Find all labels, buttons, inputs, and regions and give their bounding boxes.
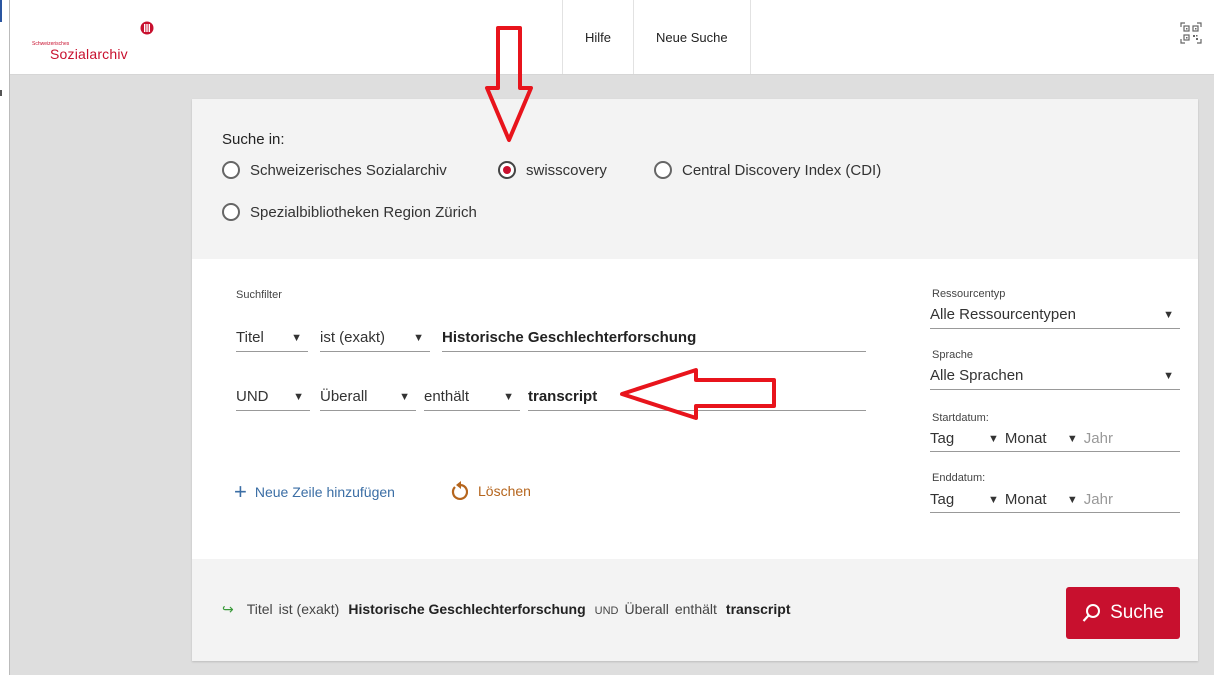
scope-option-sozialarchiv[interactable]: Schweizerisches Sozialarchiv xyxy=(222,161,447,179)
caret-down-icon: ▼ xyxy=(293,390,304,403)
main-nav: Hilfe Neue Suche xyxy=(562,0,751,74)
logo-text: Sozialarchiv xyxy=(50,46,128,62)
select-value: Alle Sprachen xyxy=(930,367,1024,384)
end-day-select[interactable]: Tag xyxy=(930,491,988,508)
query-summary-bar: ↪ Titel ist (exakt) Historische Geschlec… xyxy=(192,559,1198,661)
annotation-arrow-left-icon xyxy=(620,368,776,420)
scope-option-label: Central Discovery Index (CDI) xyxy=(682,161,882,179)
summary-field: Titel xyxy=(246,601,273,617)
caret-down-icon: ▼ xyxy=(1163,369,1174,382)
summary-value: Historische Geschlechterforschung xyxy=(348,601,586,617)
scope-option-swisscovery[interactable]: swisscovery xyxy=(498,161,607,179)
add-row-button[interactable]: + Neue Zeile hinzufügen xyxy=(234,481,395,503)
input-value: transcript xyxy=(528,388,598,405)
start-date-label: Startdatum: xyxy=(932,412,989,424)
reset-icon xyxy=(451,481,468,500)
arrow-right-icon: ↪ xyxy=(222,601,234,617)
input-value: Historische Geschlechterforschung xyxy=(442,329,697,346)
caret-down-icon: ▼ xyxy=(988,493,999,506)
search-button[interactable]: Suche xyxy=(1066,587,1180,639)
select-value: Überall xyxy=(320,388,368,405)
resource-type-label: Ressourcentyp xyxy=(932,288,1006,300)
clear-button[interactable]: Löschen xyxy=(450,481,531,501)
radio-button[interactable] xyxy=(222,203,240,221)
nav-new-search[interactable]: Neue Suche xyxy=(633,0,751,74)
end-date-label: Enddatum: xyxy=(932,472,986,484)
radio-button-selected[interactable] xyxy=(498,161,516,179)
language-select[interactable]: Alle Sprachen ▼ xyxy=(930,362,1180,390)
window-left-edge xyxy=(0,0,10,675)
search-scope-section: Suche in: Schweizerisches Sozialarchiv s… xyxy=(192,99,1198,259)
scope-option-label: Spezialbibliotheken Region Zürich xyxy=(250,203,477,221)
scope-option-spezialbibliotheken[interactable]: Spezialbibliotheken Region Zürich xyxy=(222,203,477,221)
end-year-input[interactable]: Jahr xyxy=(1084,491,1113,508)
select-value: Alle Ressourcentypen xyxy=(930,306,1076,323)
search-icon xyxy=(1082,604,1101,622)
row1-field-select[interactable]: Titel ▼ xyxy=(236,324,308,352)
caret-down-icon: ▼ xyxy=(503,390,514,403)
summary-field: Überall xyxy=(624,601,669,617)
start-day-select[interactable]: Tag xyxy=(930,430,988,447)
scope-title: Suche in: xyxy=(222,131,285,148)
start-date-fields: Tag ▼ Monat ▼ Jahr xyxy=(930,426,1180,452)
start-month-select[interactable]: Monat xyxy=(1005,430,1067,447)
select-value: UND xyxy=(236,388,269,405)
filter-label: Suchfilter xyxy=(236,289,282,301)
plus-icon: + xyxy=(234,479,247,504)
top-bar: Schweizerisches Sozialarchiv Hilfe Neue … xyxy=(10,0,1214,75)
caret-down-icon: ▼ xyxy=(399,390,410,403)
summary-boolean: UND xyxy=(594,605,619,617)
radio-button[interactable] xyxy=(222,161,240,179)
scope-option-label: Schweizerisches Sozialarchiv xyxy=(250,161,447,179)
annotation-arrow-down-icon xyxy=(485,26,533,142)
nav-help[interactable]: Hilfe xyxy=(562,0,633,74)
row2-operator-select[interactable]: enthält ▼ xyxy=(424,383,520,411)
row2-field-select[interactable]: Überall ▼ xyxy=(320,383,416,411)
search-button-label: Suche xyxy=(1110,602,1164,623)
caret-down-icon: ▼ xyxy=(1066,493,1078,506)
scope-option-cdi[interactable]: Central Discovery Index (CDI) xyxy=(654,161,881,179)
caret-down-icon: ▼ xyxy=(988,432,999,445)
qr-code-icon[interactable] xyxy=(1180,22,1202,44)
summary-operator: enthält xyxy=(674,601,717,617)
row1-value-input[interactable]: Historische Geschlechterforschung xyxy=(442,324,866,352)
select-value: ist (exakt) xyxy=(320,329,386,346)
summary-value: transcript xyxy=(725,601,791,617)
resource-type-select[interactable]: Alle Ressourcentypen ▼ xyxy=(930,301,1180,329)
edge-mark xyxy=(0,0,2,22)
select-value: enthält xyxy=(424,388,470,405)
caret-down-icon: ▼ xyxy=(1163,308,1174,321)
end-month-select[interactable]: Monat xyxy=(1005,491,1067,508)
query-summary: ↪ Titel ist (exakt) Historische Geschlec… xyxy=(222,601,796,618)
clear-label: Löschen xyxy=(478,483,531,499)
logo[interactable]: Schweizerisches Sozialarchiv xyxy=(32,18,162,62)
row1-operator-select[interactable]: ist (exakt) ▼ xyxy=(320,324,430,352)
summary-operator: ist (exakt) xyxy=(278,601,340,617)
end-date-fields: Tag ▼ Monat ▼ Jahr xyxy=(930,487,1180,513)
edge-mark xyxy=(0,90,2,96)
select-value: Titel xyxy=(236,329,264,346)
caret-down-icon: ▼ xyxy=(413,331,424,344)
add-row-label: Neue Zeile hinzufügen xyxy=(254,484,395,500)
caret-down-icon: ▼ xyxy=(291,331,302,344)
scope-option-label: swisscovery xyxy=(526,161,607,179)
radio-button[interactable] xyxy=(654,161,672,179)
caret-down-icon: ▼ xyxy=(1066,432,1078,445)
language-label: Sprache xyxy=(932,349,973,361)
start-year-input[interactable]: Jahr xyxy=(1084,430,1113,447)
logo-figure-icon xyxy=(140,21,154,35)
row2-boolean-select[interactable]: UND ▼ xyxy=(236,383,310,411)
